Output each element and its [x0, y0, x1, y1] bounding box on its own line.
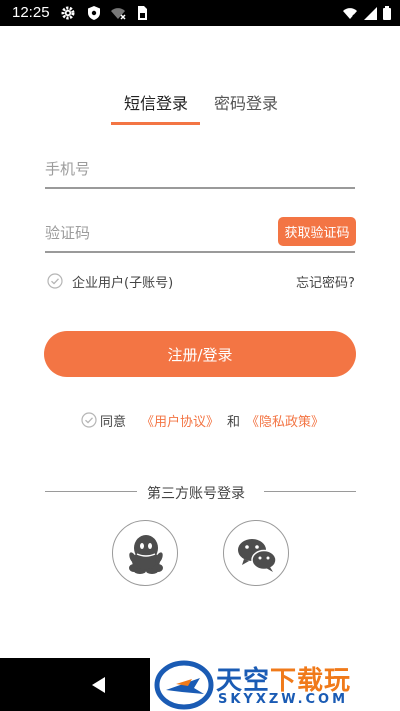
- and-label: 和: [227, 415, 241, 430]
- sim-card-icon: [138, 6, 147, 20]
- shield-icon: [88, 6, 100, 20]
- status-bar: 12:25: [0, 0, 400, 26]
- watermark-logo: [154, 660, 214, 710]
- watermark: 天空下载玩 SKYXZW.COM: [150, 658, 400, 711]
- active-tab-indicator: [111, 122, 200, 125]
- divider-right: [264, 491, 356, 492]
- battery-icon: [383, 6, 391, 20]
- get-code-button[interactable]: 获取验证码: [278, 217, 356, 246]
- qq-login-button[interactable]: [112, 520, 178, 586]
- wifi-icon: [343, 8, 358, 20]
- back-icon[interactable]: [90, 676, 108, 694]
- agree-label: 同意: [100, 415, 127, 430]
- navigation-bar: [0, 658, 150, 711]
- code-input-underline: [45, 251, 355, 253]
- forgot-password-link[interactable]: 忘记密码?: [296, 272, 355, 291]
- code-input[interactable]: 验证码: [45, 222, 90, 243]
- phone-input-underline: [45, 187, 355, 189]
- wifi-off-icon: [111, 8, 126, 20]
- tab-password-login[interactable]: 密码登录: [214, 90, 278, 114]
- tab-sms-login[interactable]: 短信登录: [124, 90, 188, 114]
- third-party-title: 第三方账号登录: [147, 486, 245, 502]
- register-login-button[interactable]: 注册/登录: [44, 331, 356, 377]
- qq-icon: [129, 535, 163, 574]
- watermark-subtitle: SKYXZW.COM: [218, 692, 349, 707]
- divider-left: [45, 491, 137, 492]
- agree-checkbox[interactable]: [81, 412, 97, 428]
- wechat-icon: [238, 539, 277, 572]
- phone-input[interactable]: 手机号: [45, 158, 90, 179]
- wechat-login-button[interactable]: [223, 520, 289, 586]
- user-agreement-link[interactable]: 《用户协议》: [141, 411, 219, 430]
- gear-icon: [61, 6, 75, 20]
- status-time: 12:25: [12, 4, 50, 21]
- enterprise-user-label[interactable]: 企业用户(子账号): [72, 272, 173, 291]
- enterprise-checkbox[interactable]: [47, 273, 63, 289]
- signal-icon: [364, 7, 377, 20]
- privacy-policy-link[interactable]: 《隐私政策》: [246, 411, 324, 430]
